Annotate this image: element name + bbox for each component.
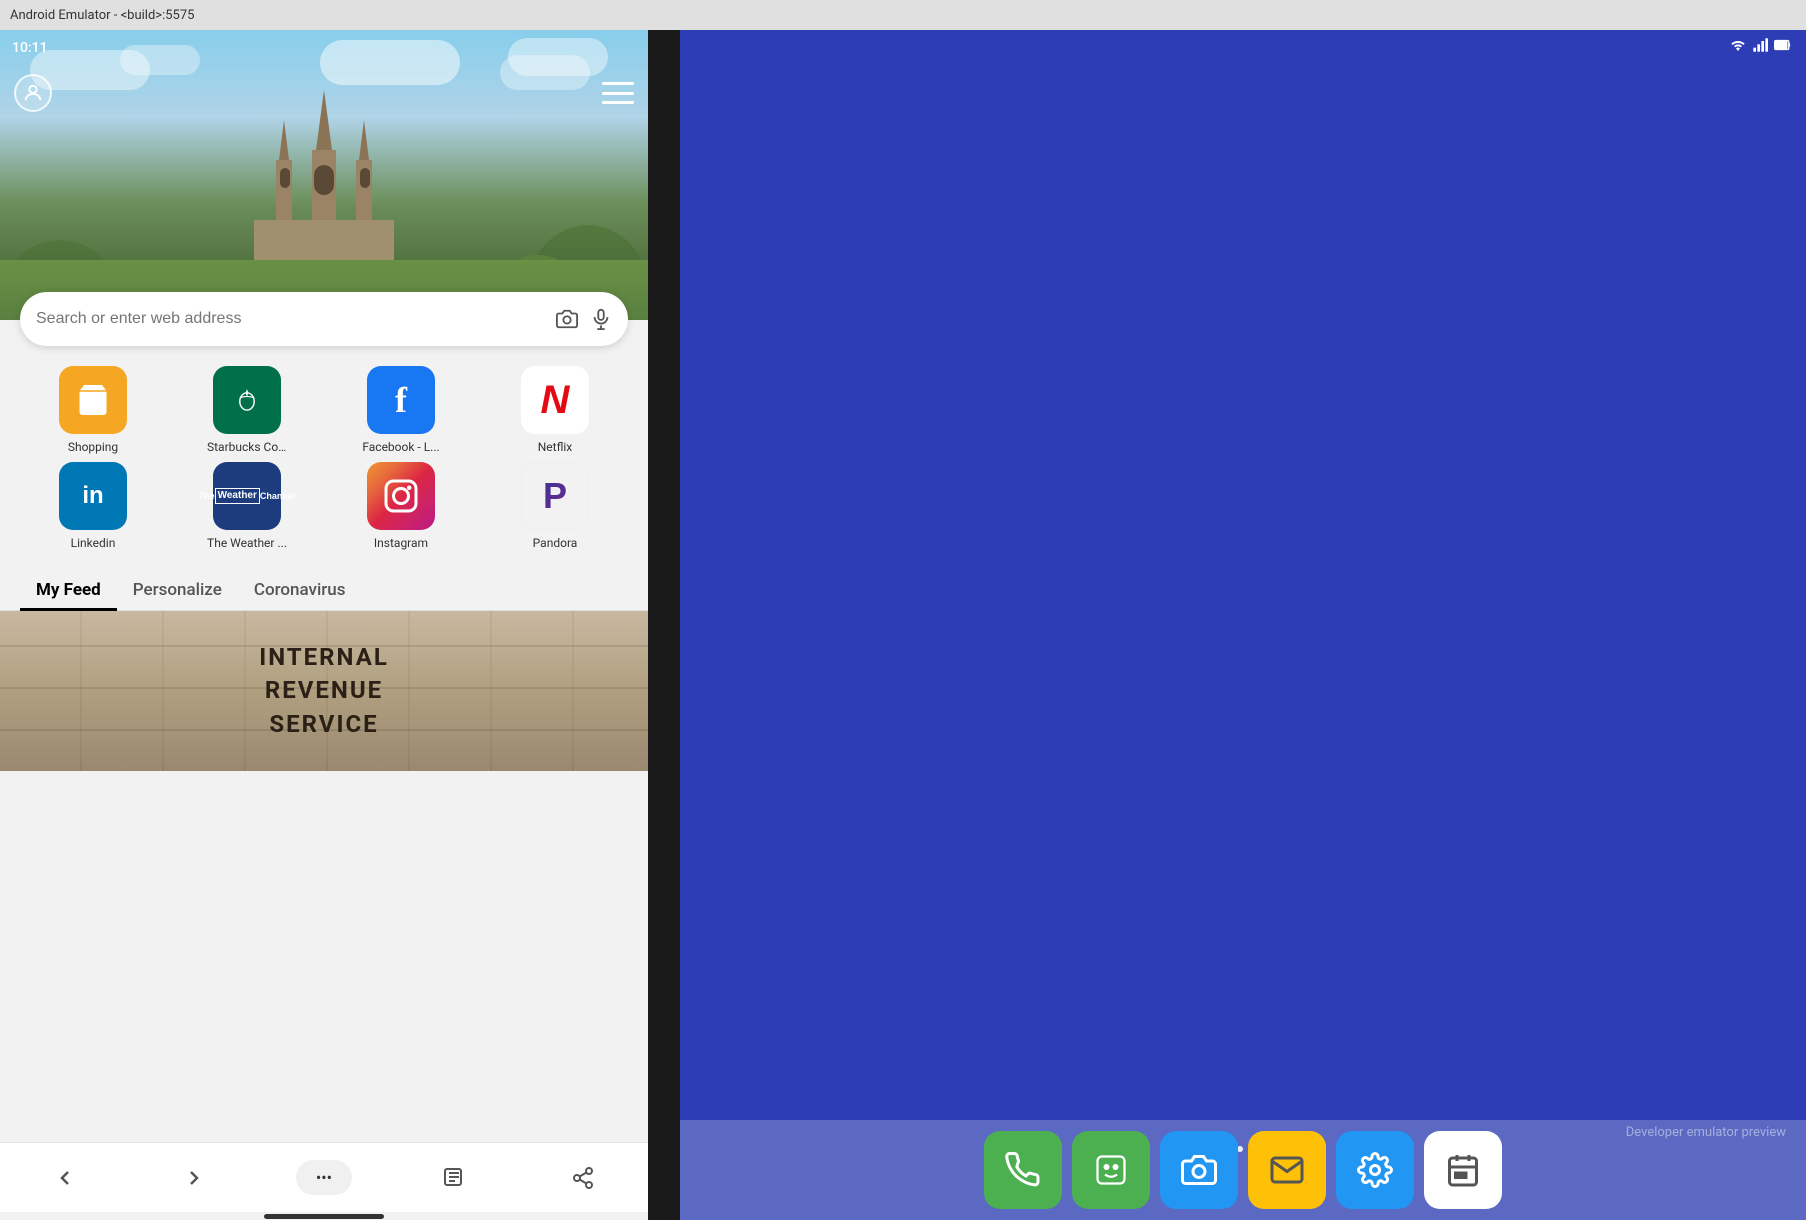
app-shortcuts: Shopping Starbucks Co... f Facebook - L. — [0, 346, 648, 560]
starbucks-label: Starbucks Co... — [207, 440, 287, 454]
status-time: 10:11 — [12, 40, 48, 56]
shopping-label: Shopping — [68, 440, 118, 454]
more-button[interactable]: ••• — [296, 1160, 352, 1195]
search-bar — [20, 292, 628, 346]
app-item-linkedin[interactable]: in Linkedin — [20, 462, 166, 550]
app-item-facebook[interactable]: f Facebook - L... — [328, 366, 474, 454]
back-button[interactable] — [37, 1158, 93, 1198]
tab-myfeed[interactable]: My Feed — [20, 570, 117, 610]
tab-personalize[interactable]: Personalize — [117, 570, 238, 610]
home-indicator — [0, 1212, 648, 1220]
app-item-pandora[interactable]: P Pandora — [482, 462, 628, 550]
dock-camera-icon[interactable] — [1160, 1131, 1238, 1209]
title-bar: Android Emulator - <build>:5575 — [0, 0, 1806, 30]
dock-phone-icon[interactable] — [984, 1131, 1062, 1209]
bottom-nav: ••• — [0, 1142, 648, 1212]
facebook-label: Facebook - L... — [362, 440, 439, 454]
hero-area: 10:11 — [0, 30, 648, 320]
tab-coronavirus[interactable]: Coronavirus — [238, 570, 362, 610]
android-dock — [680, 1120, 1806, 1220]
search-area — [0, 292, 648, 346]
menu-icon-button[interactable] — [602, 79, 634, 107]
forward-button[interactable] — [166, 1158, 222, 1198]
linkedin-icon: in — [59, 462, 127, 530]
app-item-netflix[interactable]: N Netflix — [482, 366, 628, 454]
app-item-instagram[interactable]: Instagram — [328, 462, 474, 550]
right-panel: Developer emulator preview — [680, 30, 1806, 1220]
dock-settings-icon[interactable] — [1336, 1131, 1414, 1209]
instagram-icon — [367, 462, 435, 530]
share-button[interactable] — [555, 1158, 611, 1198]
weather-icon: The Weather Channel — [213, 462, 281, 530]
dock-email-icon[interactable] — [1248, 1131, 1326, 1209]
app-item-weather[interactable]: The Weather Channel The Weather ... — [174, 462, 320, 550]
app-item-shopping[interactable]: Shopping — [20, 366, 166, 454]
camera-search-icon[interactable] — [556, 308, 578, 330]
shopping-icon — [59, 366, 127, 434]
app-item-starbucks[interactable]: Starbucks Co... — [174, 366, 320, 454]
netflix-label: Netflix — [538, 440, 573, 454]
pandora-label: Pandora — [533, 536, 578, 550]
signal-icon — [1752, 38, 1768, 56]
feed-tabs: My Feed Personalize Coronavirus — [0, 560, 648, 611]
weather-label: The Weather ... — [207, 536, 287, 550]
home-bar — [264, 1214, 384, 1219]
dock-calendar-icon[interactable] — [1424, 1131, 1502, 1209]
wifi-icon — [1730, 38, 1746, 56]
profile-icon-button[interactable] — [14, 74, 52, 112]
left-panel: 10:11 — [0, 30, 648, 1220]
header-icons — [0, 66, 648, 120]
starbucks-icon — [213, 366, 281, 434]
tabs-button[interactable] — [426, 1158, 482, 1198]
dock-facerig-icon[interactable] — [1072, 1131, 1150, 1209]
divider — [648, 30, 680, 1220]
pandora-icon: P — [521, 462, 589, 530]
title-text: Android Emulator - <build>:5575 — [10, 8, 194, 23]
linkedin-label: Linkedin — [71, 536, 116, 550]
battery-icon — [1774, 38, 1792, 56]
irs-text: INTERNAL REVENUE SERVICE — [259, 641, 389, 742]
search-input[interactable] — [36, 310, 556, 328]
search-icons — [556, 308, 612, 330]
status-bar: 10:11 — [0, 30, 648, 66]
instagram-label: Instagram — [374, 536, 428, 550]
news-image: INTERNAL REVENUE SERVICE — [0, 611, 648, 771]
facebook-icon: f — [367, 366, 435, 434]
netflix-icon: N — [521, 366, 589, 434]
mic-search-icon[interactable] — [590, 308, 612, 330]
news-section: INTERNAL REVENUE SERVICE — [0, 611, 648, 1142]
right-status-bar — [1716, 30, 1806, 64]
